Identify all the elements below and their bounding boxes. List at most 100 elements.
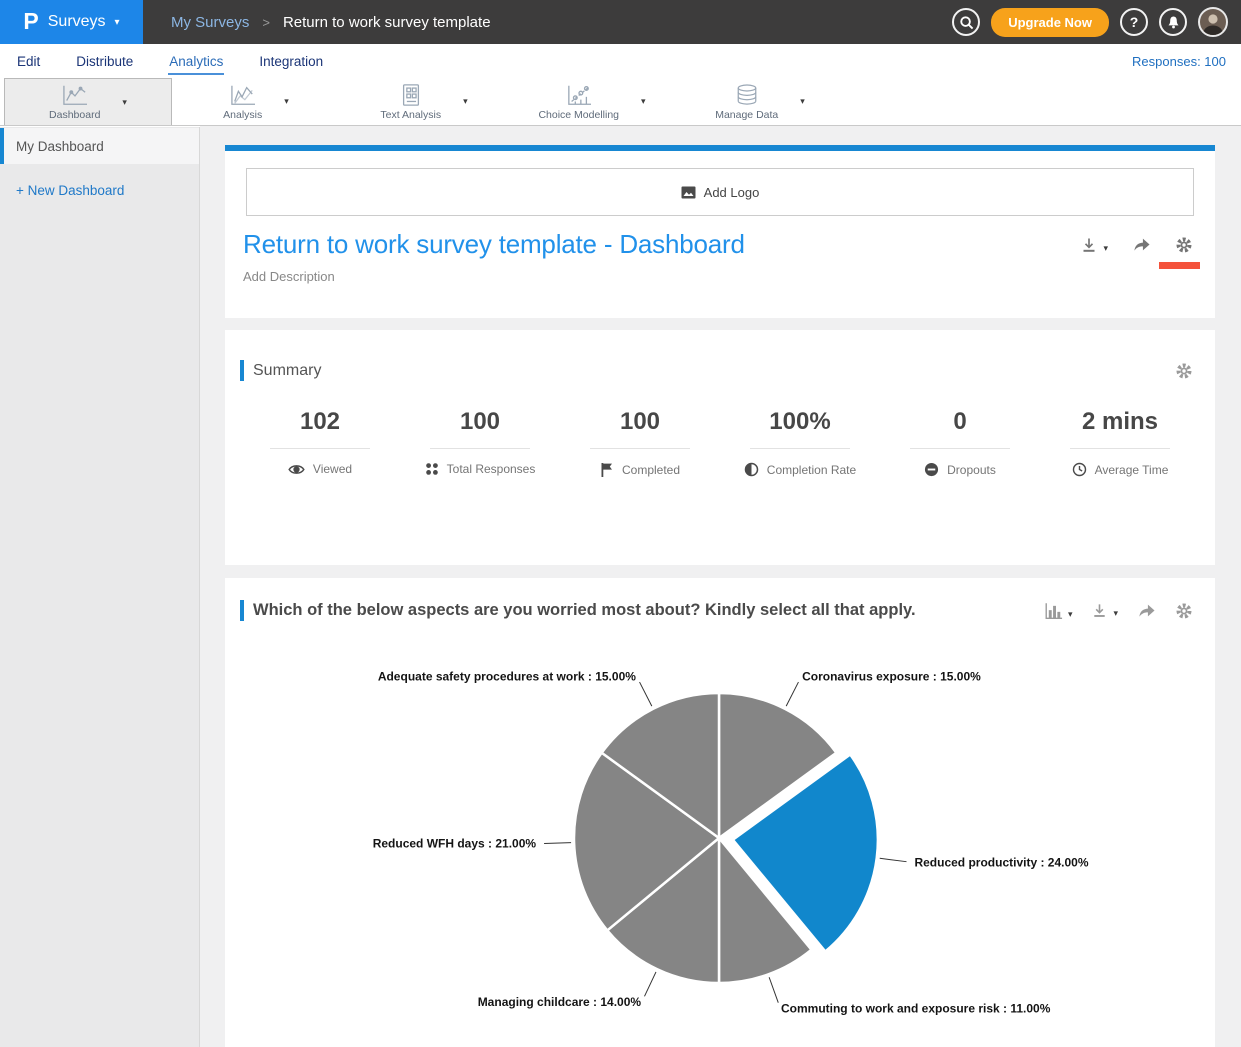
summary-card: Summary 102 Viewed 100 Total Responses: [225, 330, 1215, 565]
product-name: Surveys: [48, 13, 106, 31]
add-description-button[interactable]: Add Description: [243, 269, 1215, 284]
pie-chart-svg: Coronavirus exposure : 15.00%Reduced pro…: [225, 640, 1215, 1047]
header-actions: ▾: [1080, 236, 1193, 254]
chart-settings-button[interactable]: [1175, 602, 1193, 620]
breadcrumb-separator: >: [262, 15, 270, 30]
main-content: Add Logo Return to work survey template …: [200, 126, 1241, 1047]
search-icon: [959, 15, 974, 30]
gear-icon: [1175, 362, 1193, 380]
chevron-down-icon[interactable]: ▾: [641, 96, 646, 107]
chevron-down-icon[interactable]: ▾: [800, 96, 805, 107]
pie-leader-line: [786, 682, 798, 706]
logo-p-icon: P: [23, 8, 38, 35]
database-icon: [733, 83, 761, 107]
upgrade-now-button[interactable]: Upgrade Now: [991, 8, 1109, 37]
image-icon: [681, 186, 696, 199]
stat-value: 2 mins: [1040, 408, 1200, 436]
download-icon: [1091, 602, 1108, 619]
stat-value: 100: [560, 408, 720, 436]
chevron-down-icon: ▾: [115, 17, 120, 28]
accent-bar: [240, 360, 244, 381]
tab-edit[interactable]: Edit: [16, 47, 41, 75]
share-chart-button[interactable]: [1137, 602, 1156, 619]
pie-chart: Coronavirus exposure : 15.00%Reduced pro…: [225, 640, 1215, 1047]
flag-icon: [600, 462, 614, 477]
question-mark-icon: ?: [1130, 14, 1139, 30]
notifications-button[interactable]: [1159, 8, 1187, 36]
toolbar-item-label: Analysis: [223, 109, 262, 121]
search-button[interactable]: [952, 8, 980, 36]
chevron-down-icon[interactable]: ▾: [284, 96, 289, 107]
chevron-down-icon: ▾: [1113, 608, 1118, 619]
chevron-down-icon: ▾: [1103, 243, 1108, 254]
pie-leader-line: [544, 843, 571, 844]
sidebar-item-label: My Dashboard: [16, 139, 104, 154]
chevron-down-icon[interactable]: ▾: [463, 96, 468, 107]
breadcrumb-current: Return to work survey template: [283, 14, 491, 31]
tab-analytics[interactable]: Analytics: [168, 47, 224, 75]
question-actions: ▾ ▾: [1044, 602, 1193, 620]
stat-label: Viewed: [313, 462, 352, 476]
download-chart-button[interactable]: ▾: [1091, 602, 1118, 619]
stat-label: Dropouts: [947, 463, 996, 477]
sidebar-item-my-dashboard[interactable]: My Dashboard: [0, 128, 199, 164]
app-logo[interactable]: P Surveys ▾: [0, 0, 143, 44]
share-button[interactable]: [1132, 236, 1151, 253]
toolbar-item-manage-data[interactable]: Manage Data ▾: [676, 78, 844, 125]
stat-value: 102: [240, 408, 400, 436]
summary-title: Summary: [253, 362, 321, 380]
stat-completed: 100 Completed: [560, 408, 720, 477]
stat-label: Completed: [622, 463, 680, 477]
toolbar-item-dashboard[interactable]: Dashboard ▾: [4, 78, 172, 125]
stat-dropouts: 0 Dropouts: [880, 408, 1040, 477]
pie-leader-line: [769, 977, 778, 1002]
stat-viewed: 102 Viewed: [240, 408, 400, 477]
toolbar-item-label: Dashboard: [49, 109, 100, 121]
stat-value: 0: [880, 408, 1040, 436]
gear-icon: [1175, 602, 1193, 620]
stat-label: Average Time: [1095, 463, 1169, 477]
download-button[interactable]: ▾: [1080, 236, 1108, 254]
bell-icon: [1166, 15, 1181, 30]
pie-slice-label: Reduced productivity : 24.00%: [914, 855, 1088, 869]
stat-value: 100%: [720, 408, 880, 436]
download-icon: [1080, 236, 1098, 254]
stat-value: 100: [400, 408, 560, 436]
accent-bar: [240, 600, 244, 621]
stat-total-responses: 100 Total Responses: [400, 408, 560, 477]
bar-chart-icon: [1044, 602, 1063, 620]
toolbar-item-label: Choice Modelling: [538, 109, 619, 121]
clock-icon: [1072, 462, 1087, 477]
share-arrow-icon: [1137, 602, 1156, 619]
pie-leader-line: [880, 858, 907, 861]
eye-icon: [288, 463, 305, 476]
pie-leader-line: [644, 972, 655, 996]
breadcrumb-my-surveys[interactable]: My Surveys: [171, 14, 249, 31]
settings-button[interactable]: [1175, 236, 1193, 254]
document-grid-icon: [398, 83, 424, 107]
line-chart-icon: [60, 83, 90, 107]
toolbar-item-choice-modelling[interactable]: Choice Modelling ▾: [508, 78, 676, 125]
pie-slice-label: Managing childcare : 14.00%: [478, 995, 642, 1009]
share-arrow-icon: [1132, 236, 1151, 253]
toolbar-item-text-analysis[interactable]: Text Analysis ▾: [340, 78, 508, 125]
new-dashboard-button[interactable]: + New Dashboard: [16, 183, 199, 198]
add-logo-dropzone[interactable]: Add Logo: [246, 168, 1194, 216]
avatar[interactable]: [1198, 7, 1228, 37]
tab-integration[interactable]: Integration: [258, 47, 324, 75]
minus-circle-icon: [924, 462, 939, 477]
dashboard-sidebar: My Dashboard + New Dashboard: [0, 127, 200, 1047]
responses-count[interactable]: Responses: 100: [1132, 54, 1226, 69]
chart-type-button[interactable]: ▾: [1044, 602, 1073, 620]
tab-distribute[interactable]: Distribute: [75, 47, 134, 75]
chevron-down-icon[interactable]: ▾: [122, 97, 127, 108]
help-button[interactable]: ?: [1120, 8, 1148, 36]
stat-completion-rate: 100% Completion Rate: [720, 408, 880, 477]
survey-subnav: Edit Distribute Analytics Integration Re…: [0, 44, 1241, 78]
stat-label: Completion Rate: [767, 463, 856, 477]
toolbar-item-analysis[interactable]: Analysis ▾: [172, 78, 340, 125]
summary-settings-button[interactable]: [1175, 362, 1193, 380]
question-title: Which of the below aspects are you worri…: [253, 601, 916, 620]
top-navbar: P Surveys ▾ My Surveys > Return to work …: [0, 0, 1241, 44]
analytics-toolbar: Dashboard ▾ Analysis ▾ Text Analysis ▾ C…: [0, 78, 1241, 126]
